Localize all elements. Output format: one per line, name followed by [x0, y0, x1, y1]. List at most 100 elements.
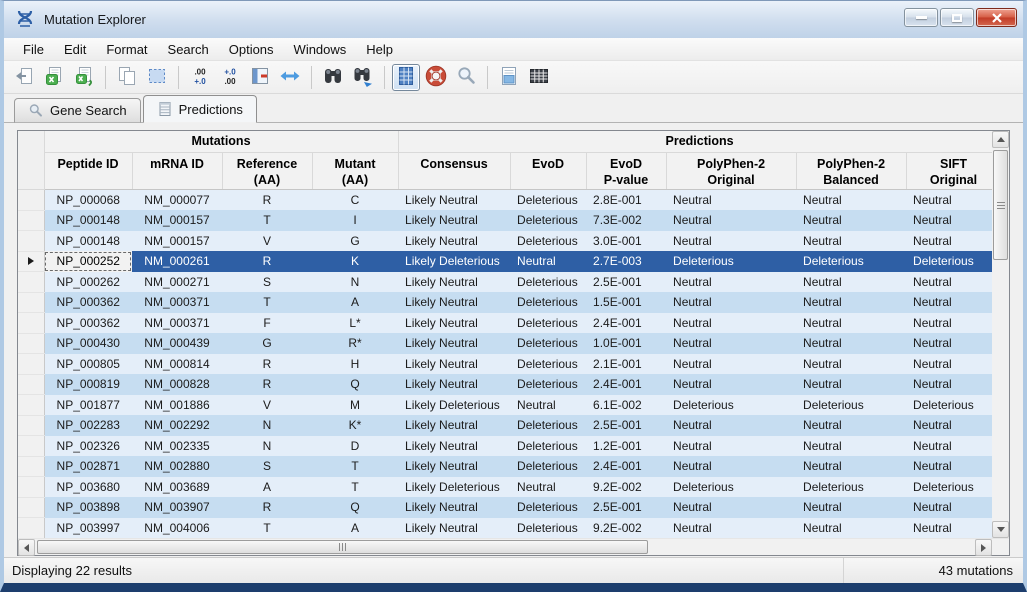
table-cell[interactable]: Deleterious: [666, 395, 796, 416]
table-cell[interactable]: Neutral: [666, 518, 796, 539]
table-cell[interactable]: 9.2E-002: [586, 518, 666, 539]
table-cell[interactable]: NM_000261: [132, 251, 222, 272]
table-cell[interactable]: T: [312, 477, 398, 498]
table-cell[interactable]: Likely Neutral: [398, 190, 510, 211]
table-cell[interactable]: Deleterious: [796, 395, 906, 416]
select-region-button[interactable]: [143, 64, 171, 91]
freeze-panes-button[interactable]: [246, 64, 274, 91]
close-button[interactable]: [976, 8, 1017, 27]
table-cell[interactable]: G: [222, 333, 312, 354]
minimize-button[interactable]: [904, 8, 938, 27]
table-cell[interactable]: Likely Neutral: [398, 231, 510, 252]
table-cell[interactable]: NM_003907: [132, 497, 222, 518]
find-button[interactable]: [319, 64, 347, 91]
table-cell[interactable]: Neutral: [666, 272, 796, 293]
row-selector[interactable]: [18, 333, 44, 354]
table-cell[interactable]: NM_000371: [132, 313, 222, 334]
autofit-width-button[interactable]: [276, 64, 304, 91]
table-cell[interactable]: Neutral: [666, 333, 796, 354]
table-cell[interactable]: Likely Neutral: [398, 436, 510, 457]
table-cell[interactable]: Likely Neutral: [398, 415, 510, 436]
column-header-peptide-id[interactable]: Peptide ID: [44, 152, 132, 190]
table-cell[interactable]: Deleterious: [510, 313, 586, 334]
table-cell[interactable]: 2.4E-001: [586, 456, 666, 477]
table-cell[interactable]: Neutral: [666, 313, 796, 334]
table-cell[interactable]: H: [312, 354, 398, 375]
table-cell[interactable]: Likely Neutral: [398, 313, 510, 334]
maximize-button[interactable]: [940, 8, 974, 27]
vertical-scroll-thumb[interactable]: [993, 150, 1008, 260]
table-cell[interactable]: Likely Neutral: [398, 354, 510, 375]
grid-view-button[interactable]: [525, 64, 553, 91]
row-selector[interactable]: [18, 518, 44, 539]
table-cell[interactable]: Neutral: [906, 231, 992, 252]
table-cell[interactable]: R: [222, 374, 312, 395]
row-selector[interactable]: [18, 436, 44, 457]
column-header-mrna-id[interactable]: mRNA ID: [132, 152, 222, 190]
column-header-evod-p-value[interactable]: EvoDP-value: [586, 152, 666, 190]
tab-gene-search[interactable]: Gene Search: [14, 98, 141, 123]
table-cell[interactable]: C: [312, 190, 398, 211]
table-cell[interactable]: Deleterious: [510, 231, 586, 252]
row-selector[interactable]: [18, 313, 44, 334]
menu-search[interactable]: Search: [158, 39, 219, 60]
table-cell[interactable]: Deleterious: [510, 436, 586, 457]
table-cell[interactable]: Neutral: [906, 272, 992, 293]
table-cell[interactable]: Neutral: [666, 456, 796, 477]
tab-predictions[interactable]: Predictions: [143, 95, 257, 123]
table-cell[interactable]: Neutral: [666, 436, 796, 457]
export-excel-csv-button[interactable]: [70, 64, 98, 91]
table-cell[interactable]: K*: [312, 415, 398, 436]
row-selector[interactable]: [18, 477, 44, 498]
table-cell[interactable]: Q: [312, 497, 398, 518]
table-cell[interactable]: Neutral: [906, 313, 992, 334]
table-cell[interactable]: A: [312, 518, 398, 539]
table-cell[interactable]: 2.4E-001: [586, 374, 666, 395]
table-cell[interactable]: NM_000271: [132, 272, 222, 293]
table-cell[interactable]: I: [312, 210, 398, 231]
table-cell[interactable]: 3.0E-001: [586, 231, 666, 252]
table-cell[interactable]: Likely Neutral: [398, 210, 510, 231]
table-cell[interactable]: NP_003898: [44, 497, 132, 518]
table-cell[interactable]: Likely Neutral: [398, 497, 510, 518]
table-cell[interactable]: Deleterious: [510, 518, 586, 539]
table-cell[interactable]: V: [222, 231, 312, 252]
table-cell[interactable]: NP_000068: [44, 190, 132, 211]
table-cell[interactable]: Deleterious: [906, 477, 992, 498]
table-cell[interactable]: Q: [312, 374, 398, 395]
row-selector[interactable]: [18, 415, 44, 436]
table-cell[interactable]: Neutral: [510, 395, 586, 416]
table-cell[interactable]: Neutral: [796, 354, 906, 375]
table-cell[interactable]: 6.1E-002: [586, 395, 666, 416]
table-cell[interactable]: Deleterious: [510, 190, 586, 211]
table-cell[interactable]: K: [312, 251, 398, 272]
table-cell[interactable]: Deleterious: [510, 354, 586, 375]
table-cell[interactable]: Likely Neutral: [398, 272, 510, 293]
table-cell[interactable]: NP_000148: [44, 231, 132, 252]
scroll-down-button[interactable]: [992, 521, 1009, 538]
table-cell[interactable]: Neutral: [796, 497, 906, 518]
scroll-up-button[interactable]: [992, 131, 1009, 148]
horizontal-scrollbar[interactable]: [18, 538, 1009, 555]
table-cell[interactable]: Neutral: [796, 518, 906, 539]
column-header-reference-aa-[interactable]: Reference(AA): [222, 152, 312, 190]
table-cell[interactable]: Likely Deleterious: [398, 251, 510, 272]
menu-format[interactable]: Format: [96, 39, 157, 60]
table-cell[interactable]: Neutral: [906, 190, 992, 211]
table-cell[interactable]: R: [222, 251, 312, 272]
menu-edit[interactable]: Edit: [54, 39, 96, 60]
row-selector[interactable]: [18, 190, 44, 211]
table-cell[interactable]: Neutral: [906, 210, 992, 231]
table-cell[interactable]: NM_000814: [132, 354, 222, 375]
table-cell[interactable]: NP_001877: [44, 395, 132, 416]
table-cell[interactable]: T: [222, 210, 312, 231]
table-cell[interactable]: NM_000157: [132, 231, 222, 252]
table-cell[interactable]: A: [222, 477, 312, 498]
table-cell[interactable]: Neutral: [906, 415, 992, 436]
table-cell[interactable]: NP_002283: [44, 415, 132, 436]
table-cell[interactable]: NM_004006: [132, 518, 222, 539]
table-cell[interactable]: Neutral: [796, 374, 906, 395]
row-selector[interactable]: [18, 231, 44, 252]
column-header-consensus[interactable]: Consensus: [398, 152, 510, 190]
table-cell[interactable]: Neutral: [666, 497, 796, 518]
